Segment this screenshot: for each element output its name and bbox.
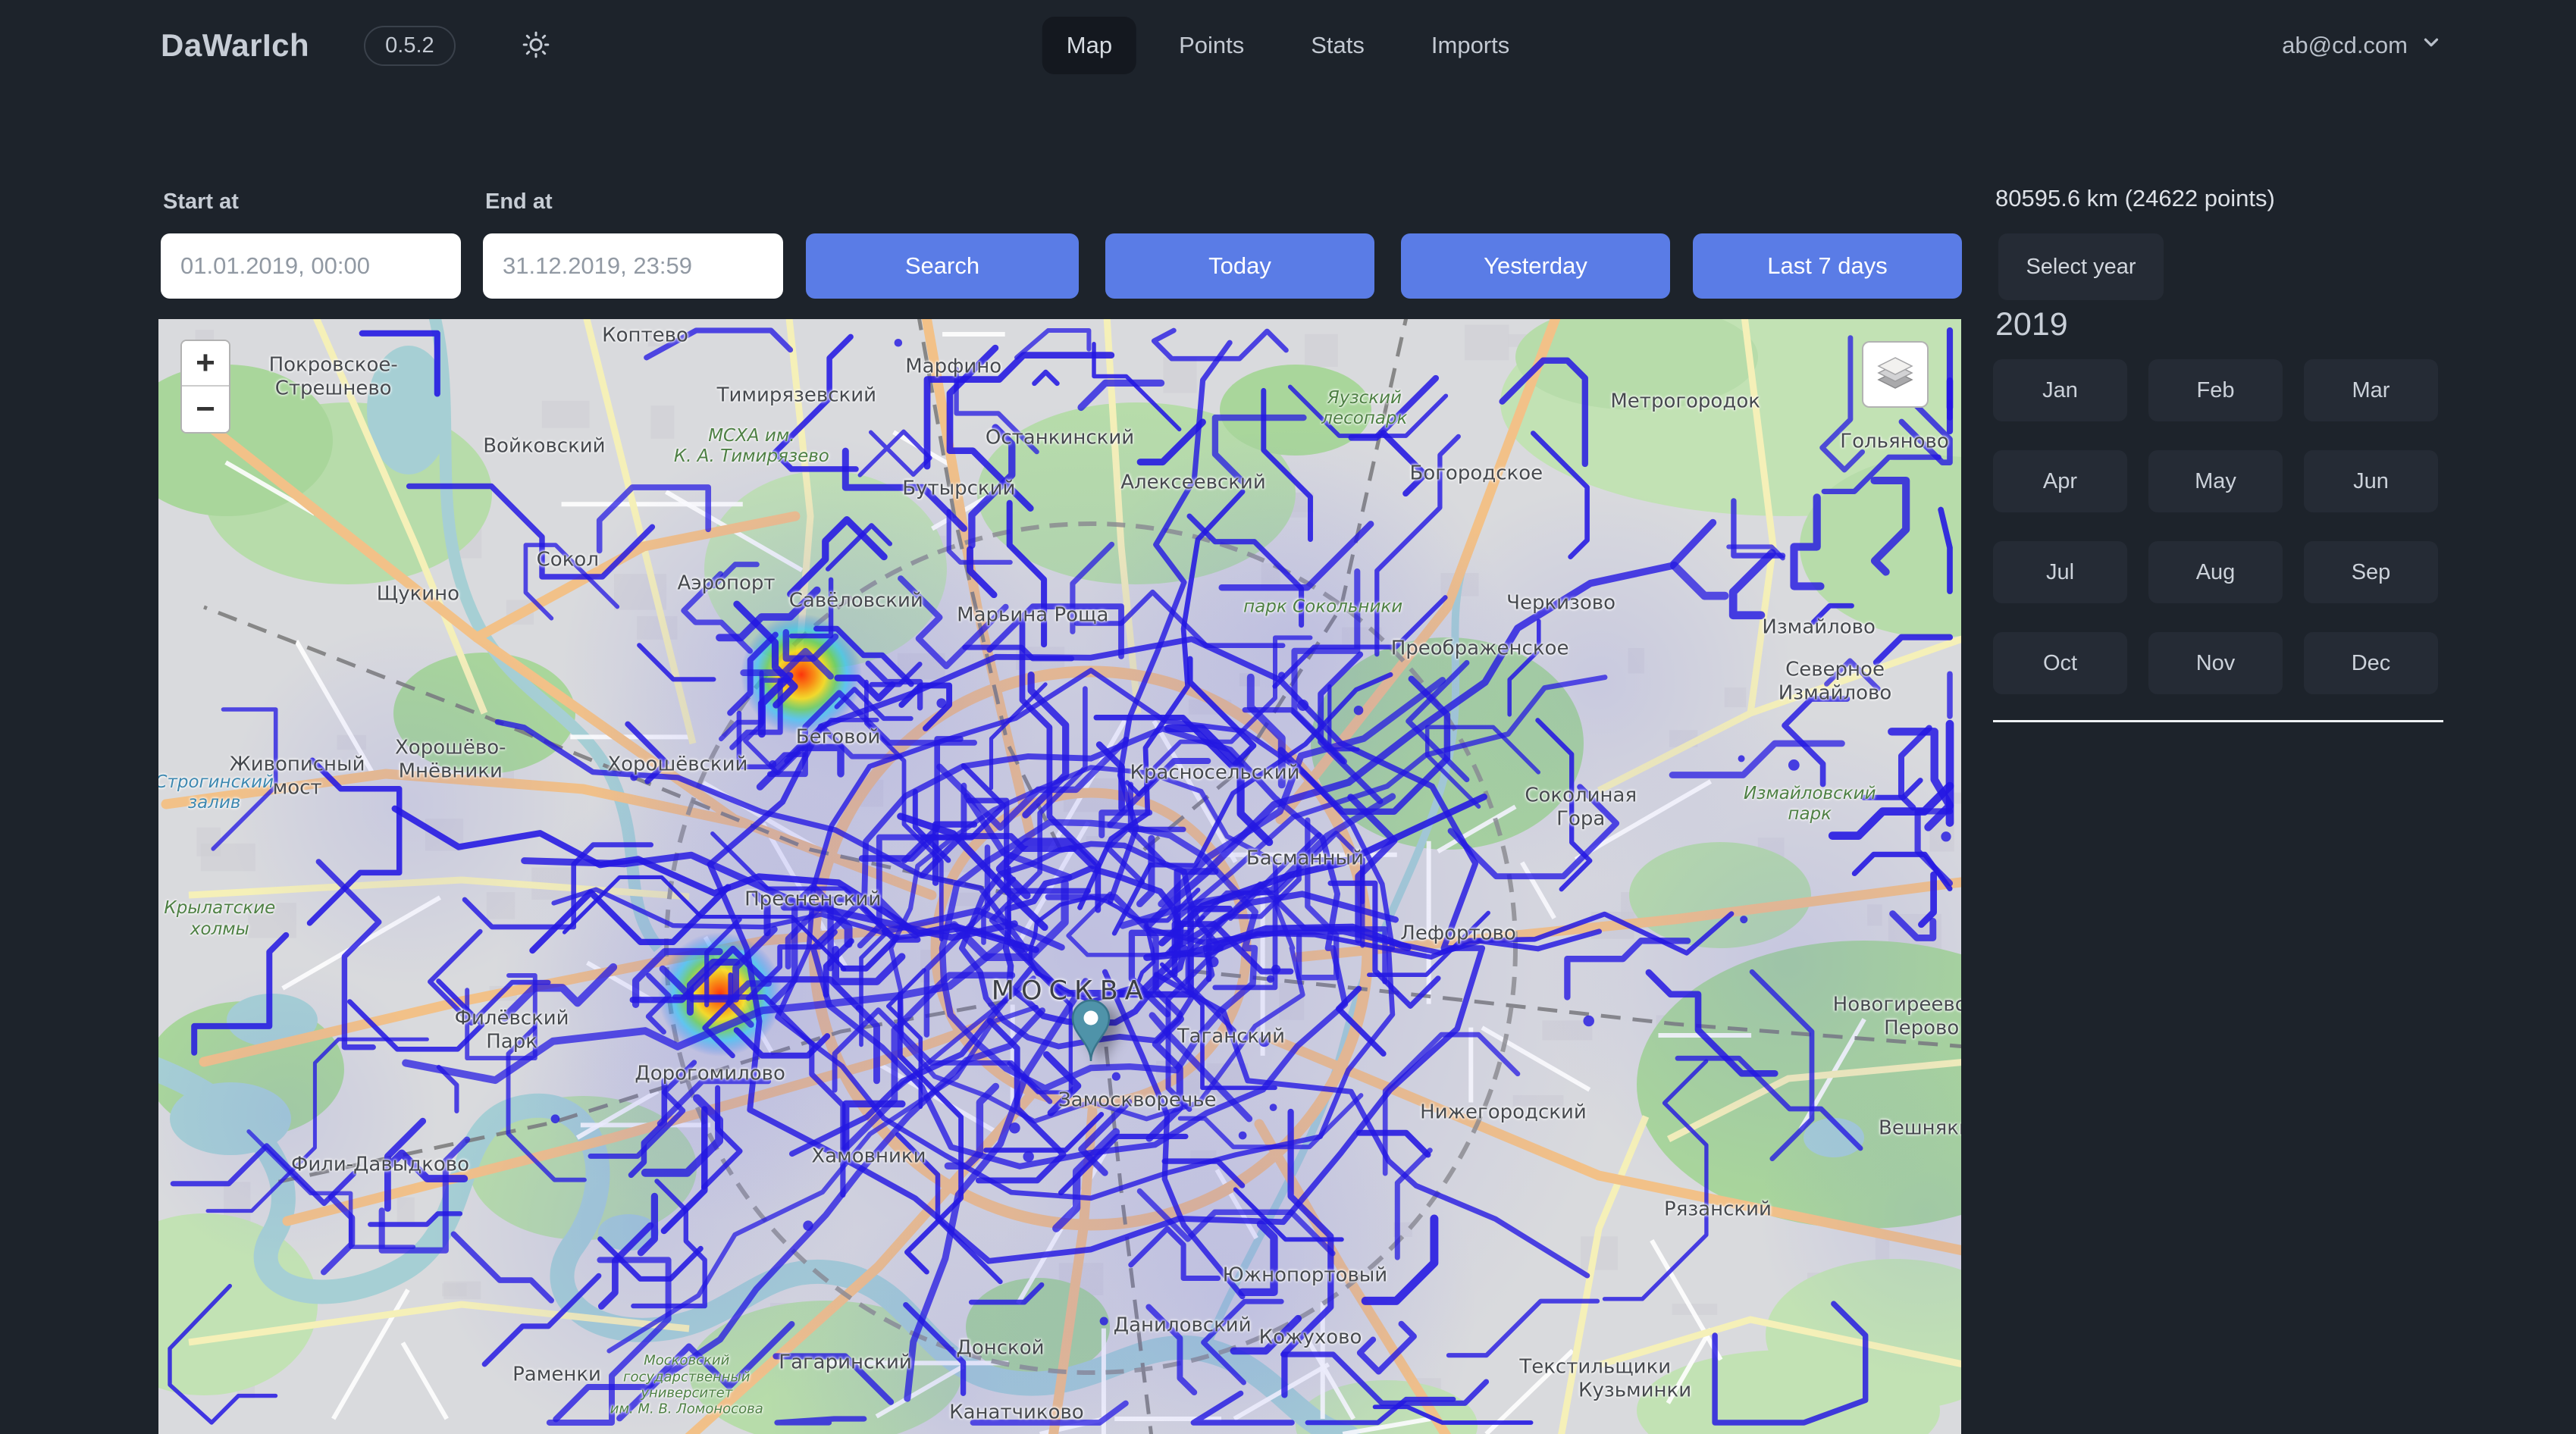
layers-icon xyxy=(1874,352,1916,398)
select-year-button[interactable]: Select year xyxy=(1998,233,2164,300)
map-zoom-control: + − xyxy=(180,340,230,434)
map-marker-pin[interactable] xyxy=(1067,998,1114,1063)
map-canvas xyxy=(158,319,1961,1434)
month-button-may[interactable]: May xyxy=(2148,450,2283,512)
month-button-mar[interactable]: Mar xyxy=(2304,359,2438,421)
tab-map[interactable]: Map xyxy=(1042,17,1136,74)
yesterday-button[interactable]: Yesterday xyxy=(1401,233,1670,299)
month-button-dec[interactable]: Dec xyxy=(2304,632,2438,694)
search-button[interactable]: Search xyxy=(806,233,1079,299)
map[interactable]: КоптевоПокровское- СтрешневоТимирязевски… xyxy=(158,319,1961,1434)
month-button-apr[interactable]: Apr xyxy=(1993,450,2127,512)
chevron-down-icon xyxy=(2420,31,2443,60)
month-grid: Jan Feb Mar Apr May Jun Jul Aug Sep Oct … xyxy=(1993,359,2438,694)
tab-stats[interactable]: Stats xyxy=(1286,17,1389,74)
end-at-input[interactable] xyxy=(483,233,783,299)
user-email: ab@cd.com xyxy=(2282,32,2408,59)
sun-icon xyxy=(521,30,551,62)
tab-imports[interactable]: Imports xyxy=(1407,17,1534,74)
navbar: DaWarIch 0.5.2 Map Points Stats Imports … xyxy=(0,0,2576,91)
month-button-jan[interactable]: Jan xyxy=(1993,359,2127,421)
month-button-oct[interactable]: Oct xyxy=(1993,632,2127,694)
start-at-label: Start at xyxy=(163,189,239,214)
tab-points[interactable]: Points xyxy=(1155,17,1268,74)
zoom-out-button[interactable]: − xyxy=(182,387,229,432)
distance-summary: 80595.6 km (24622 points) xyxy=(1995,185,2275,212)
layers-control-button[interactable] xyxy=(1862,341,1929,408)
last-7-days-button[interactable]: Last 7 days xyxy=(1693,233,1962,299)
user-menu[interactable]: ab@cd.com xyxy=(2282,31,2443,60)
main-tabs: Map Points Stats Imports xyxy=(1042,17,1534,74)
today-button[interactable]: Today xyxy=(1105,233,1374,299)
theme-toggle-button[interactable] xyxy=(516,29,556,63)
year-heading: 2019 xyxy=(1995,306,2068,343)
month-button-jun[interactable]: Jun xyxy=(2304,450,2438,512)
month-button-feb[interactable]: Feb xyxy=(2148,359,2283,421)
zoom-in-button[interactable]: + xyxy=(182,341,229,387)
version-badge: 0.5.2 xyxy=(364,26,456,66)
month-button-sep[interactable]: Sep xyxy=(2304,541,2438,603)
app-logo[interactable]: DaWarIch xyxy=(161,27,309,64)
month-button-jul[interactable]: Jul xyxy=(1993,541,2127,603)
month-button-nov[interactable]: Nov xyxy=(2148,632,2283,694)
month-button-aug[interactable]: Aug xyxy=(2148,541,2283,603)
brand[interactable]: DaWarIch 0.5.2 xyxy=(161,0,556,91)
start-at-input[interactable] xyxy=(161,233,461,299)
end-at-label: End at xyxy=(485,189,553,214)
sidebar-divider xyxy=(1993,720,2443,722)
